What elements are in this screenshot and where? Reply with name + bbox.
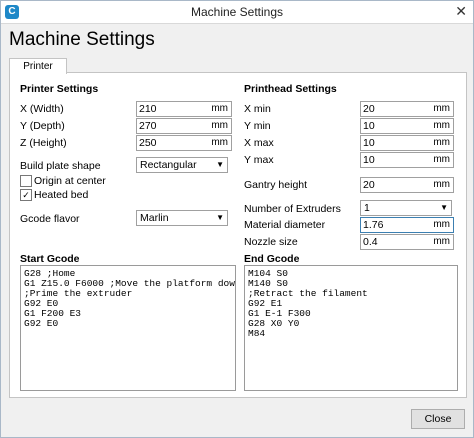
nozzle-size-input[interactable]: 0.4 mm	[360, 234, 454, 250]
x-max-input[interactable]: 10 mm	[360, 135, 454, 151]
x-width-input[interactable]: 210 mm	[136, 101, 232, 117]
y-depth-value: 270	[139, 120, 157, 132]
material-diameter-unit: mm	[433, 219, 450, 230]
build-plate-shape-label: Build plate shape	[20, 160, 101, 172]
y-min-label: Y min	[244, 120, 271, 132]
start-gcode-editor[interactable]: G28 ;Home G1 Z15.0 F6000 ;Move the platf…	[20, 265, 236, 391]
y-min-input[interactable]: 10 mm	[360, 118, 454, 134]
x-max-unit: mm	[433, 137, 450, 148]
x-min-input[interactable]: 20 mm	[360, 101, 454, 117]
y-min-unit: mm	[433, 120, 450, 131]
z-height-input[interactable]: 250 mm	[136, 135, 232, 151]
number-of-extruders-label: Number of Extruders	[244, 203, 341, 215]
x-width-value: 210	[139, 103, 157, 115]
end-gcode-title: End Gcode	[244, 253, 300, 265]
printer-settings-title: Printer Settings	[20, 83, 99, 95]
code-line: G92 E0	[24, 318, 59, 329]
start-gcode-title: Start Gcode	[20, 253, 80, 265]
x-min-label: X min	[244, 103, 271, 115]
x-width-label: X (Width)	[20, 103, 64, 115]
number-of-extruders-select[interactable]: 1 ▼	[360, 200, 452, 216]
y-depth-unit: mm	[211, 120, 228, 131]
x-min-unit: mm	[433, 103, 450, 114]
material-diameter-input[interactable]: 1.76 mm	[360, 217, 454, 233]
chevron-down-icon: ▼	[216, 160, 224, 169]
page-title: Machine Settings	[9, 29, 155, 50]
y-max-label: Y max	[244, 154, 274, 166]
chevron-down-icon: ▼	[440, 203, 448, 212]
tab-printer[interactable]: Printer	[9, 58, 67, 74]
material-diameter-value: 1.76	[363, 219, 384, 231]
y-max-input[interactable]: 10 mm	[360, 152, 454, 168]
gantry-height-value: 20	[363, 179, 375, 191]
gantry-height-unit: mm	[433, 179, 450, 190]
x-width-unit: mm	[211, 103, 228, 114]
gantry-height-input[interactable]: 20 mm	[360, 177, 454, 193]
end-gcode-editor[interactable]: M104 S0 M140 S0 ;Retract the filament G9…	[244, 265, 458, 391]
gcode-flavor-label: Gcode flavor	[20, 213, 80, 225]
printer-panel: Printer Settings X (Width) 210 mm Y (Dep…	[9, 72, 467, 398]
window-title: Machine Settings	[190, 5, 284, 19]
material-diameter-label: Material diameter	[244, 219, 326, 231]
checkmark-icon: ✓	[22, 190, 30, 200]
y-depth-label: Y (Depth)	[20, 120, 65, 132]
nozzle-size-value: 0.4	[363, 236, 378, 248]
code-line: G28 X0 Y0	[248, 318, 300, 329]
code-line: M84	[248, 328, 266, 339]
x-min-value: 20	[363, 103, 375, 115]
nozzle-size-unit: mm	[433, 236, 450, 247]
close-button[interactable]: Close	[411, 409, 465, 429]
gcode-flavor-select[interactable]: Marlin ▼	[136, 210, 228, 226]
y-depth-input[interactable]: 270 mm	[136, 118, 232, 134]
y-max-value: 10	[363, 154, 375, 166]
gcode-flavor-value: Marlin	[140, 212, 169, 224]
machine-settings-window: C Machine Settings ✕ Machine Settings Pr…	[0, 0, 474, 438]
y-min-value: 10	[363, 120, 375, 132]
build-plate-shape-select[interactable]: Rectangular ▼	[136, 157, 228, 173]
heated-bed-checkbox[interactable]: ✓	[20, 189, 32, 201]
chevron-down-icon: ▼	[216, 213, 224, 222]
printhead-settings-title: Printhead Settings	[244, 83, 337, 95]
window-close-icon[interactable]: ✕	[455, 3, 467, 20]
heated-bed-label: Heated bed	[34, 189, 89, 201]
x-max-value: 10	[363, 137, 375, 149]
origin-at-center-checkbox[interactable]	[20, 175, 32, 187]
title-bar: C Machine Settings ✕	[1, 1, 473, 24]
z-height-label: Z (Height)	[20, 137, 67, 149]
x-max-label: X max	[244, 137, 274, 149]
z-height-unit: mm	[211, 137, 228, 148]
build-plate-shape-value: Rectangular	[140, 159, 197, 171]
number-of-extruders-value: 1	[364, 202, 370, 214]
nozzle-size-label: Nozzle size	[244, 236, 298, 248]
gantry-height-label: Gantry height	[244, 179, 308, 191]
origin-at-center-label: Origin at center	[34, 175, 106, 187]
y-max-unit: mm	[433, 154, 450, 165]
z-height-value: 250	[139, 137, 157, 149]
